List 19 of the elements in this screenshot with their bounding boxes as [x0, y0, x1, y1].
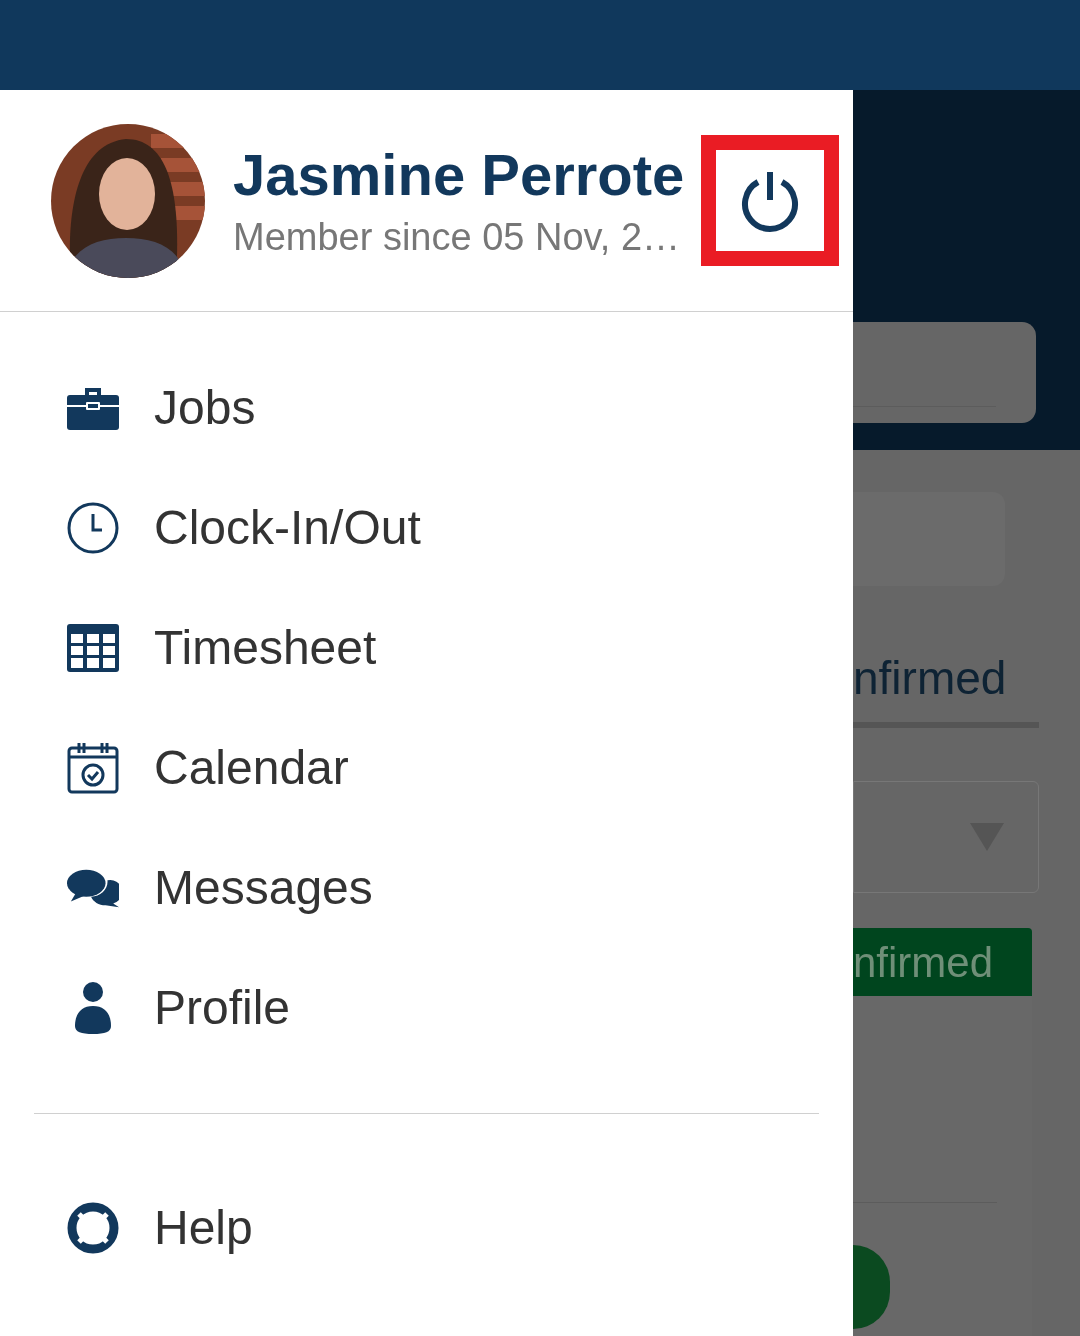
status-badge: nfirmed — [853, 928, 1032, 996]
clock-icon — [67, 502, 119, 554]
menu-item[interactable]: Help — [0, 1168, 853, 1288]
power-icon — [741, 169, 799, 232]
briefcase-icon — [67, 386, 119, 430]
menu-item[interactable]: Timesheet — [0, 588, 853, 708]
dropdown-field[interactable] — [853, 781, 1039, 893]
member-since-text: Member since 05 Nov, 2… — [233, 214, 682, 260]
person-icon — [75, 982, 111, 1034]
table-icon — [67, 624, 119, 672]
lifebuoy-icon — [67, 1202, 119, 1254]
menu-item[interactable]: Clock-In/Out — [0, 468, 853, 588]
menu-item[interactable]: Calendar — [0, 708, 853, 828]
menu-item[interactable]: Messages — [0, 828, 853, 948]
chat-bubbles-icon — [67, 868, 119, 908]
menu-item[interactable]: Jobs — [0, 348, 853, 468]
user-name: Jasmine Perrote — [233, 140, 686, 209]
menu-item[interactable]: Profile — [0, 948, 853, 1068]
calendar-check-icon — [67, 742, 119, 794]
